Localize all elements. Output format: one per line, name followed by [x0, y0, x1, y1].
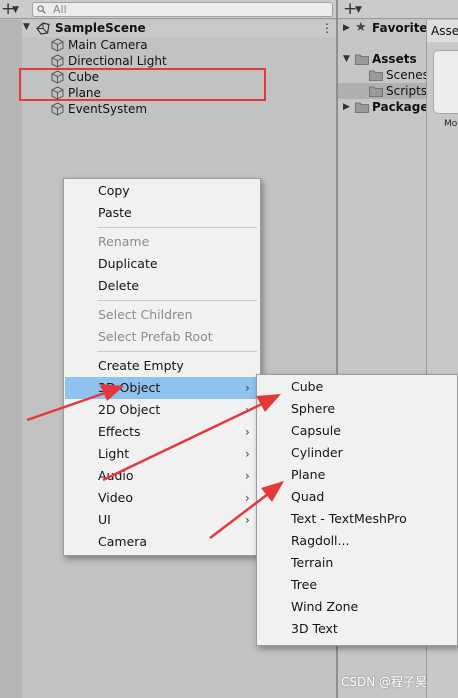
menu-item-label: 3D Object — [98, 380, 161, 395]
cube-icon — [51, 54, 64, 68]
assets-breadcrumb[interactable]: Assets — [427, 20, 458, 42]
more-options-icon[interactable]: ⋮ — [321, 20, 333, 36]
menu-item-paste[interactable]: Paste — [65, 202, 259, 224]
submenu-item-text-textmeshpro[interactable]: Text - TextMeshPro — [258, 508, 456, 530]
menu-item-camera[interactable]: Camera — [65, 531, 259, 553]
project-item-packages[interactable]: ▶ Packages — [338, 99, 436, 115]
project-item-scripts[interactable]: Scripts — [338, 83, 428, 99]
caret-down-icon: ▼ — [12, 5, 19, 15]
submenu-item-cylinder[interactable]: Cylinder — [258, 442, 456, 464]
hierarchy-item-label: Directional Light — [68, 54, 167, 68]
submenu-item-quad[interactable]: Quad — [258, 486, 456, 508]
menu-item-rename: Rename — [98, 234, 150, 249]
menu-item-duplicate[interactable]: Duplicate — [65, 253, 259, 275]
chevron-right-icon: › — [245, 513, 250, 527]
create-dropdown-button[interactable]: + ▼ — [0, 0, 26, 19]
menu-item-ui[interactable]: UI › — [65, 509, 259, 531]
fold-down-icon[interactable]: ▼ — [343, 51, 350, 67]
folder-icon — [369, 86, 383, 97]
submenu-item-ragdoll[interactable]: Ragdoll... — [258, 530, 456, 552]
menu-separator — [97, 300, 257, 301]
hierarchy-item-main-camera[interactable]: Main Camera — [22, 37, 336, 53]
submenu-item-3d-text[interactable]: 3D Text — [258, 618, 456, 640]
context-menu: Copy Paste Rename Duplicate Delete Selec… — [63, 178, 261, 556]
submenu-item-terrain[interactable]: Terrain — [258, 552, 456, 574]
cube-icon — [51, 38, 64, 52]
submenu-item-sphere[interactable]: Sphere — [258, 398, 456, 420]
chevron-right-icon: › — [245, 447, 250, 461]
chevron-right-icon: › — [245, 491, 250, 505]
search-icon — [37, 5, 46, 14]
chevron-right-icon: › — [245, 425, 250, 439]
menu-item-light[interactable]: Light › — [65, 443, 259, 465]
menu-item-label: Effects — [98, 424, 141, 439]
folder-icon — [355, 54, 369, 65]
fold-right-icon[interactable]: ▶ — [343, 99, 350, 115]
project-item-label: Scripts — [386, 84, 428, 98]
submenu-item-wind-zone[interactable]: Wind Zone — [258, 596, 456, 618]
fold-right-icon[interactable]: ▶ — [343, 20, 350, 36]
project-item-label: Scenes — [386, 68, 429, 82]
hierarchy-item-eventsystem[interactable]: EventSystem — [22, 101, 336, 117]
menu-separator — [97, 351, 257, 352]
project-item-favorites[interactable]: ▶ ★ Favorites — [338, 20, 435, 36]
menu-item-delete[interactable]: Delete — [65, 275, 259, 297]
project-item-label: Assets — [372, 52, 417, 66]
submenu-3d-object: Cube Sphere Capsule Cylinder Plane Quad … — [256, 374, 458, 646]
hierarchy-item-label: EventSystem — [68, 102, 148, 116]
hierarchy-gutter — [0, 20, 22, 698]
submenu-item-capsule[interactable]: Capsule — [258, 420, 456, 442]
menu-item-effects[interactable]: Effects › — [65, 421, 259, 443]
menu-item-audio[interactable]: Audio › — [65, 465, 259, 487]
hierarchy-search-input[interactable]: All — [32, 2, 333, 17]
submenu-item-plane[interactable]: Plane — [258, 464, 456, 486]
menu-item-copy[interactable]: Copy — [65, 180, 259, 202]
menu-separator — [97, 227, 257, 228]
hierarchy-toolbar: + ▼ All — [0, 0, 336, 19]
menu-item-video[interactable]: Video › — [65, 487, 259, 509]
menu-item-create-empty[interactable]: Create Empty — [65, 355, 259, 377]
chevron-right-icon: › — [245, 403, 250, 417]
cube-icon — [51, 102, 64, 116]
fold-down-icon[interactable]: ▼ — [23, 22, 30, 32]
folder-icon — [355, 102, 369, 113]
unity-scene-icon — [36, 22, 50, 35]
chevron-right-icon: › — [245, 469, 250, 483]
folder-icon — [369, 70, 383, 81]
submenu-item-tree[interactable]: Tree — [258, 574, 456, 596]
watermark: CSDN @程子昊 — [341, 675, 428, 689]
menu-item-select-children: Select Children — [98, 307, 193, 322]
asset-caption: Mo — [444, 119, 458, 129]
star-icon: ★ — [355, 20, 367, 35]
hierarchy-item-label: Main Camera — [68, 38, 148, 52]
scene-name: SampleScene — [55, 21, 146, 35]
menu-item-label: 2D Object — [98, 402, 161, 417]
caret-down-icon[interactable]: ▼ — [355, 1, 362, 20]
project-toolbar: + ▼ — [338, 0, 458, 19]
search-placeholder: All — [53, 3, 67, 16]
project-item-scenes[interactable]: Scenes — [338, 67, 429, 83]
asset-thumbnail[interactable] — [433, 50, 458, 114]
chevron-right-icon: › — [245, 381, 250, 395]
project-item-assets[interactable]: ▼ Assets — [338, 51, 426, 67]
menu-item-label: Audio — [98, 468, 134, 483]
menu-item-2d-object[interactable]: 2D Object › — [65, 399, 259, 421]
submenu-item-cube[interactable]: Cube — [258, 376, 456, 398]
menu-item-label: Video — [98, 490, 134, 505]
annotation-highlight-box — [19, 68, 266, 101]
hierarchy-item-directional-light[interactable]: Directional Light — [22, 53, 336, 69]
menu-item-3d-object[interactable]: 3D Object › — [65, 377, 259, 399]
menu-item-label: UI — [98, 512, 111, 527]
scene-row[interactable]: ▼ SampleScene ⋮ — [22, 20, 336, 37]
menu-item-select-prefab-root: Select Prefab Root — [98, 329, 213, 344]
menu-item-label: Light — [98, 446, 130, 461]
